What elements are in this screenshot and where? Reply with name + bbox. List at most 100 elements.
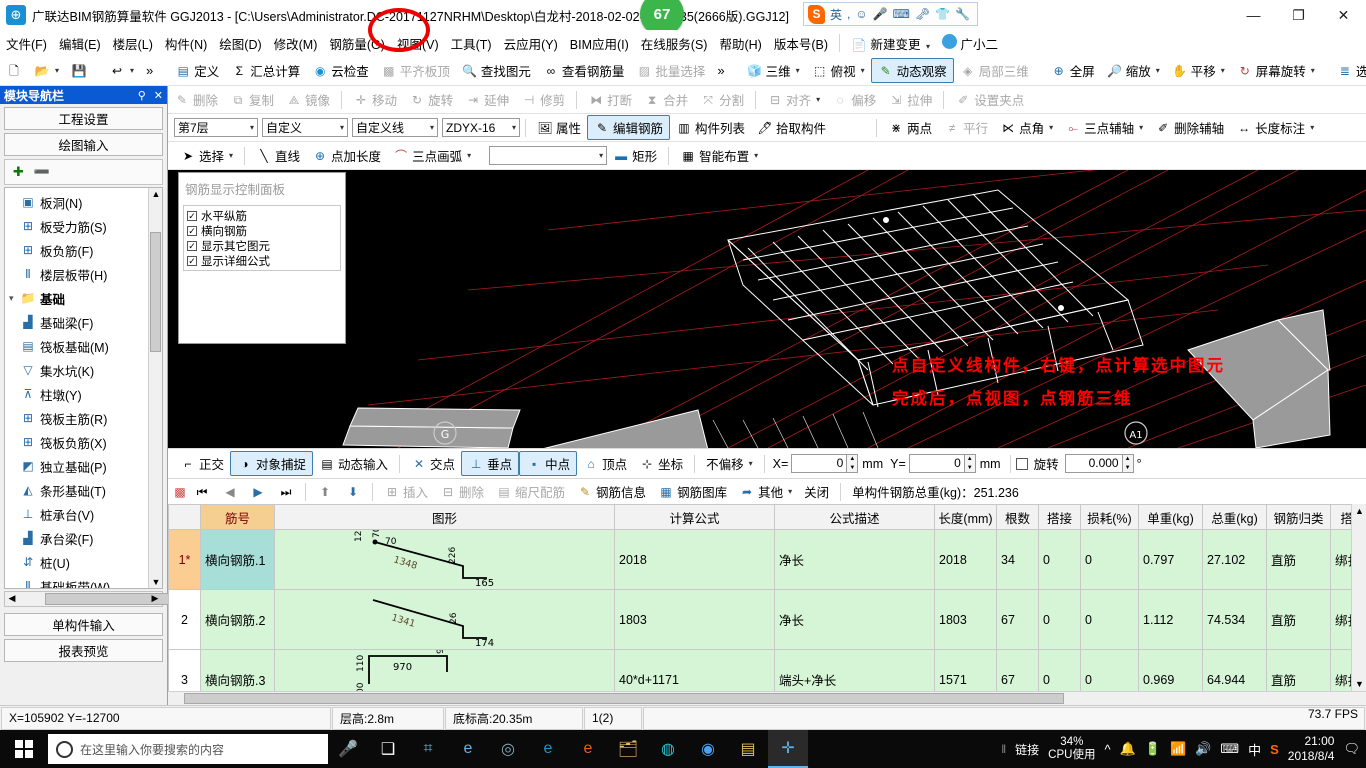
category-select[interactable]: 自定义▾	[262, 118, 348, 137]
col-length[interactable]: 长度(mm)	[935, 505, 997, 530]
move-up-button[interactable]: ⬆	[311, 482, 339, 502]
merge-button[interactable]: ⧗合并	[638, 88, 694, 111]
delete-row-button[interactable]: ⊟删除	[434, 480, 490, 503]
ime-keyboard-icon[interactable]: ⌨	[893, 7, 910, 21]
tree-item-7[interactable]: ▟基础梁(F)	[5, 310, 162, 334]
project-settings-button[interactable]: 工程设置	[4, 107, 163, 130]
cpu-usage-indicator[interactable]: 34% CPU使用	[1048, 736, 1095, 762]
chevron-down-icon[interactable]: ▾	[430, 123, 434, 132]
keyboard-icon[interactable]: ⌨	[1220, 741, 1239, 757]
option-show-detail-formula[interactable]: ✓显示详细公式	[187, 253, 337, 268]
chevron-down-icon[interactable]: ▾	[467, 151, 471, 160]
cell-formula[interactable]: 2018	[615, 530, 775, 590]
cell-unit-weight[interactable]: 0.797	[1139, 530, 1203, 590]
new-file-button[interactable]: 🗋	[0, 61, 28, 81]
single-component-input-button[interactable]: 单构件输入	[4, 613, 163, 636]
draw-input-button[interactable]: 绘图输入	[4, 133, 163, 156]
component-list-button[interactable]: ▥构件列表	[670, 116, 751, 139]
menu-item-file[interactable]: 文件(F)	[0, 31, 53, 56]
browser-icon[interactable]: e	[568, 730, 608, 768]
point-angle-button[interactable]: ⋉点角▾	[994, 116, 1059, 139]
chevron-down-icon[interactable]: ▾	[796, 66, 800, 75]
ime-emoji-icon[interactable]: ☺	[855, 7, 867, 21]
floor-select[interactable]: 第7层▾	[174, 118, 258, 137]
cloud-check-button[interactable]: ◉云检查	[306, 59, 375, 82]
ime-mode-icon[interactable]: 中	[1248, 740, 1261, 759]
fullscreen-button[interactable]: ⊕全屏	[1045, 59, 1101, 82]
pick-component-button[interactable]: 🖊拾取构件	[751, 116, 832, 139]
chevron-down-icon[interactable]: ▾	[861, 66, 865, 75]
start-button[interactable]	[0, 730, 48, 768]
battery-icon[interactable]: 🔋	[1145, 741, 1161, 757]
coordinate-snap-toggle[interactable]: ⊹坐标	[633, 452, 689, 475]
col-unit-weight[interactable]: 单重(kg)	[1139, 505, 1203, 530]
component-select[interactable]: ZDYX-16▾	[442, 118, 520, 137]
table-row[interactable]: 1* 横向钢筋.1 128 70 70 1348 226 165	[169, 530, 1366, 590]
extend-button[interactable]: ⇥延伸	[459, 88, 515, 111]
rebar-display-control-panel[interactable]: 钢筋显示控制面板 ✓水平纵筋 ✓横向钢筋 ✓显示其它图元 ✓显示详细公式	[178, 172, 346, 344]
chrome-icon[interactable]: ◉	[688, 730, 728, 768]
tree-vertical-scrollbar[interactable]: ▲ ▼	[148, 188, 162, 588]
batch-select-button[interactable]: ▨批量选择	[630, 59, 711, 82]
row-index[interactable]: 1*	[169, 530, 201, 590]
new-change-button[interactable]: 📄 新建变更 ▾	[845, 31, 936, 56]
cell-length[interactable]: 1803	[935, 590, 997, 650]
scroll-down-icon[interactable]: ▼	[1354, 679, 1365, 689]
move-down-button[interactable]: ⬇	[339, 482, 367, 502]
3d-viewport[interactable]: G A1 钢筋显示控制面板 ✓水平纵筋 ✓横向钢筋 ✓显示其它图元 ✓显示详细公…	[168, 170, 1366, 448]
tree-item-10[interactable]: ⊼柱墩(Y)	[5, 382, 162, 406]
delete-axis-button[interactable]: ✐删除辅轴	[1149, 116, 1230, 139]
scroll-right-icon[interactable]: ▶	[148, 593, 162, 604]
select-floor-button[interactable]: ≣选择楼层	[1331, 59, 1366, 82]
x-spinner[interactable]: ▲▼	[847, 454, 858, 473]
col-total-weight[interactable]: 总重(kg)	[1203, 505, 1267, 530]
cell-count[interactable]: 34	[997, 530, 1039, 590]
microphone-icon[interactable]: 🎤	[328, 730, 368, 768]
col-formula-desc[interactable]: 公式描述	[775, 505, 935, 530]
chevron-down-icon[interactable]: ▾	[749, 459, 753, 468]
clock[interactable]: 21:00 2018/8/4	[1288, 734, 1335, 764]
rebar-info-button[interactable]: ✎钢筋信息	[571, 480, 652, 503]
component-type-select[interactable]: 自定义线▾	[352, 118, 438, 137]
tree-item-15[interactable]: ⊥桩承台(V)	[5, 502, 162, 526]
partial-3d-button[interactable]: ◈局部三维	[954, 59, 1035, 82]
summary-calc-button[interactable]: Σ汇总计算	[225, 59, 306, 82]
vertex-snap-toggle[interactable]: ⌂顶点	[577, 452, 633, 475]
tree-item-8[interactable]: ▤筏板基础(M)	[5, 334, 162, 358]
properties-button[interactable]: 🖼属性	[531, 116, 587, 139]
sogou-tray-icon[interactable]: S	[1270, 742, 1279, 757]
tree-item-12[interactable]: ⊞筏板负筋(X)	[5, 430, 162, 454]
cell-loss[interactable]: 0	[1081, 590, 1139, 650]
insert-row-button[interactable]: ⊞插入	[378, 480, 434, 503]
volume-icon[interactable]: 🔊	[1195, 741, 1211, 757]
pan-button[interactable]: ✋平移▾	[1166, 59, 1231, 82]
tree-item-16[interactable]: ▟承台梁(F)	[5, 526, 162, 550]
menu-item-tools[interactable]: 工具(T)	[445, 31, 498, 56]
chevron-down-icon[interactable]: ▾	[926, 42, 930, 51]
chevron-down-icon[interactable]: ▾	[599, 151, 603, 160]
screen-rotate-button[interactable]: ↻屏幕旋转▾	[1231, 59, 1321, 82]
menu-item-rebar-quantity[interactable]: 钢筋量(G)	[323, 31, 391, 56]
toolbar-overflow-left[interactable]: »	[140, 61, 159, 80]
chevron-down-icon[interactable]: ▾	[788, 487, 792, 496]
point-length-button[interactable]: ⊕点加长度	[306, 144, 387, 167]
ime-lang-label[interactable]: 英	[830, 6, 842, 23]
rectangle-tool-button[interactable]: ▬矩形	[607, 144, 663, 167]
col-shape[interactable]: 图形	[275, 505, 615, 530]
cell-formula-desc[interactable]: 净长	[775, 590, 935, 650]
pin-icon[interactable]: ⚲	[138, 89, 146, 102]
align-slab-top-button[interactable]: ▩平齐板顶	[375, 59, 456, 82]
draw-style-select[interactable]: ▾	[489, 146, 607, 165]
smart-layout-button[interactable]: ▦智能布置▾	[674, 144, 764, 167]
tree-item-6[interactable]: ▾📁基础	[5, 286, 162, 310]
col-lap[interactable]: 搭接	[1039, 505, 1081, 530]
chevron-down-icon[interactable]: ▾	[1310, 123, 1314, 132]
prev-row-button[interactable]: ◀	[216, 482, 244, 502]
close-icon[interactable]: ✕	[154, 89, 163, 102]
toolbar-overflow-mid[interactable]: »	[711, 61, 730, 80]
col-formula[interactable]: 计算公式	[615, 505, 775, 530]
ime-comma-icon[interactable]: ,	[847, 7, 850, 21]
table-horizontal-scrollbar[interactable]	[168, 691, 1366, 705]
option-transverse-rebar[interactable]: ✓横向钢筋	[187, 223, 337, 238]
cell-unit-weight[interactable]: 1.112	[1139, 590, 1203, 650]
